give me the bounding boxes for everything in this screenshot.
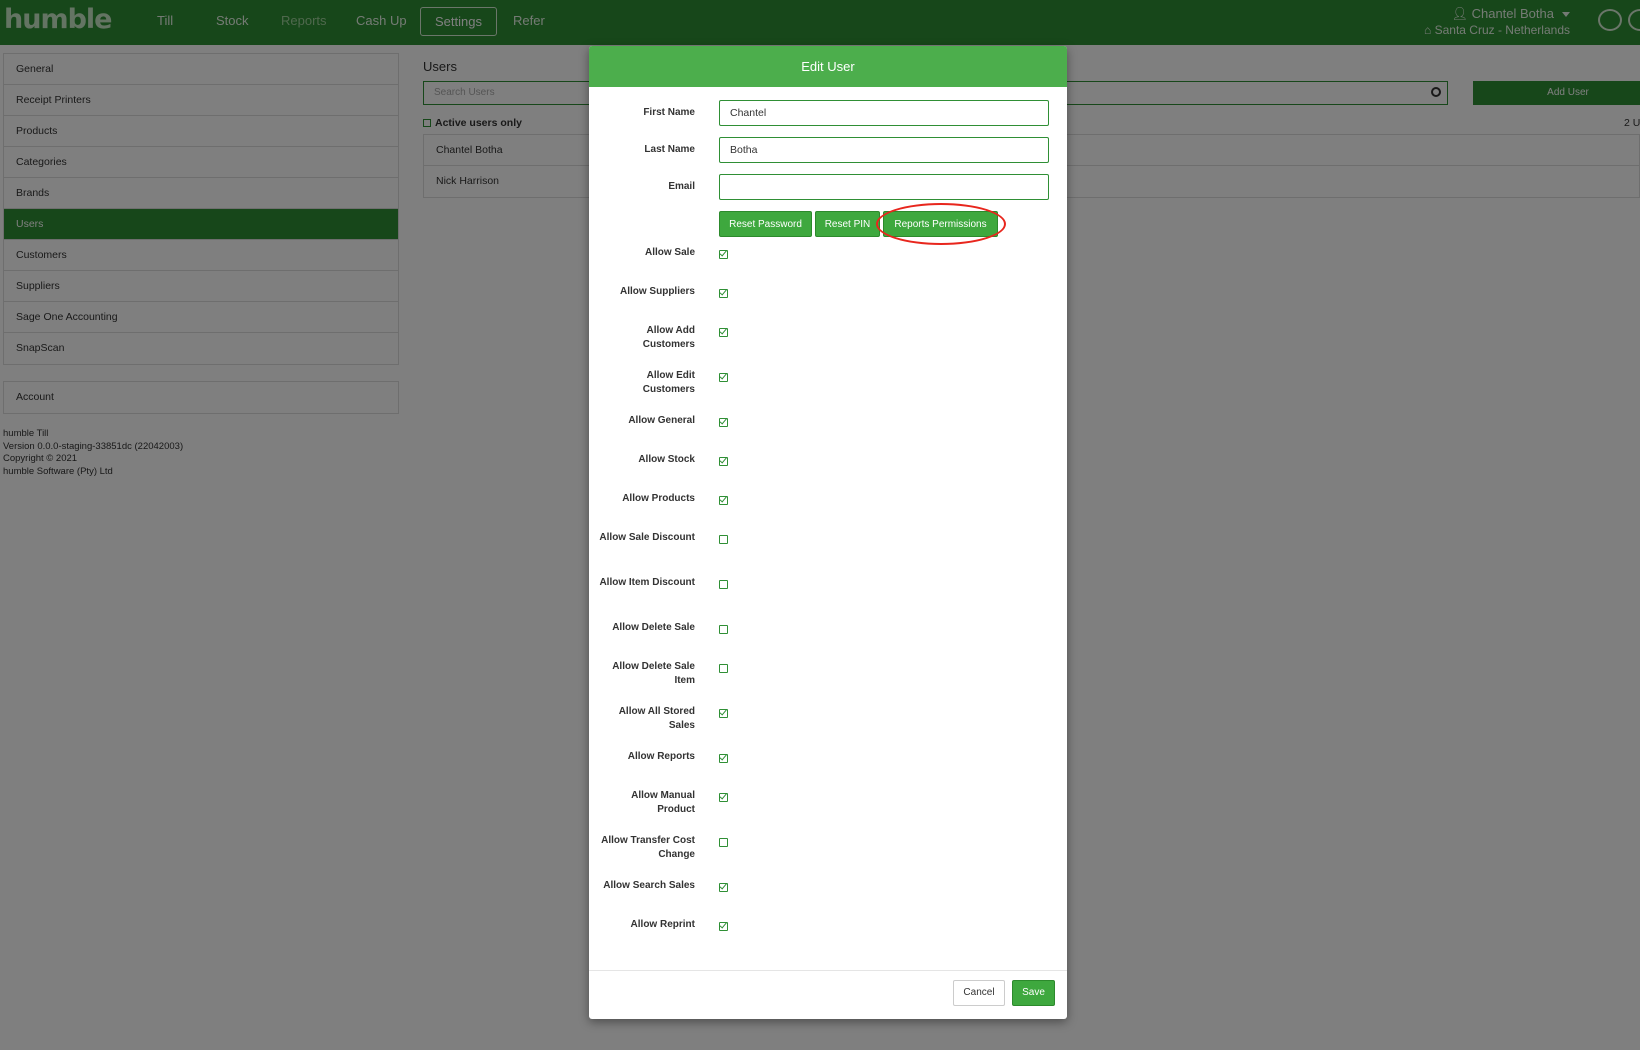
check-icon: [719, 287, 727, 296]
permission-label: Allow Suppliers: [619, 286, 695, 297]
permission-label: Allow Transfer Cost Change: [601, 835, 695, 860]
permission-checkbox[interactable]: [719, 287, 728, 298]
permission-label: Allow Reports: [627, 751, 695, 762]
permission-label: Allow Edit Customers: [642, 370, 695, 395]
check-icon: [719, 371, 727, 380]
permission-label: Allow Sale Discount: [599, 532, 695, 543]
check-icon: [719, 494, 727, 503]
first-name-field[interactable]: Chantel: [719, 100, 1049, 126]
annotation-highlight-ring: [876, 203, 1006, 245]
last-name-field[interactable]: Botha: [719, 137, 1049, 163]
cancel-button[interactable]: Cancel: [953, 980, 1005, 1006]
check-icon: [719, 455, 727, 464]
check-icon: [719, 881, 727, 890]
permission-label: Allow Search Sales: [603, 880, 695, 891]
save-button[interactable]: Save: [1012, 980, 1055, 1006]
permission-checkbox[interactable]: [719, 535, 728, 544]
email-field[interactable]: [719, 174, 1049, 200]
permission-checkbox[interactable]: [719, 664, 728, 673]
edit-user-modal: Edit User First Name Chantel Last Name B…: [589, 46, 1067, 1019]
check-icon: [719, 791, 727, 800]
permission-label: Allow Products: [622, 493, 695, 504]
check-icon: [719, 707, 727, 716]
permission-checkbox[interactable]: [719, 625, 728, 634]
reset-pin-button[interactable]: Reset PIN: [815, 211, 880, 237]
permission-checkbox[interactable]: [719, 881, 728, 892]
permission-label: Allow Delete Sale: [612, 622, 695, 633]
permission-label: Allow Reprint: [630, 919, 695, 930]
permission-checkbox[interactable]: [719, 326, 728, 337]
reset-password-button[interactable]: Reset Password: [719, 211, 812, 237]
permission-checkbox[interactable]: [719, 494, 728, 505]
permission-checkbox[interactable]: [719, 920, 728, 931]
modal-footer: [589, 970, 1067, 971]
permission-label: Allow General: [628, 415, 695, 426]
permission-checkbox[interactable]: [719, 455, 728, 466]
permission-checkbox[interactable]: [719, 791, 728, 802]
first-name-label: First Name: [643, 107, 695, 118]
last-name-label: Last Name: [644, 144, 695, 155]
modal-title: Edit User: [589, 46, 1067, 87]
permission-checkbox[interactable]: [719, 838, 728, 847]
email-label: Email: [668, 181, 695, 192]
permission-checkbox[interactable]: [719, 416, 728, 427]
permission-label: Allow Sale: [644, 247, 695, 258]
permission-label: Allow Add Customers: [642, 325, 695, 350]
check-icon: [719, 920, 727, 929]
check-icon: [719, 416, 727, 425]
permission-label: Allow Manual Product: [631, 790, 695, 815]
permission-checkbox[interactable]: [719, 580, 728, 589]
permission-label: Allow Item Discount: [599, 577, 695, 588]
check-icon: [719, 248, 727, 257]
permission-checkbox[interactable]: [719, 371, 728, 382]
check-icon: [719, 326, 727, 335]
permission-label: Allow All Stored Sales: [618, 706, 695, 731]
check-icon: [719, 752, 727, 761]
permission-checkbox[interactable]: [719, 248, 728, 259]
permission-label: Allow Delete Sale Item: [612, 661, 695, 686]
permission-label: Allow Stock: [638, 454, 695, 465]
permission-checkbox[interactable]: [719, 707, 728, 718]
permission-checkbox[interactable]: [719, 752, 728, 763]
